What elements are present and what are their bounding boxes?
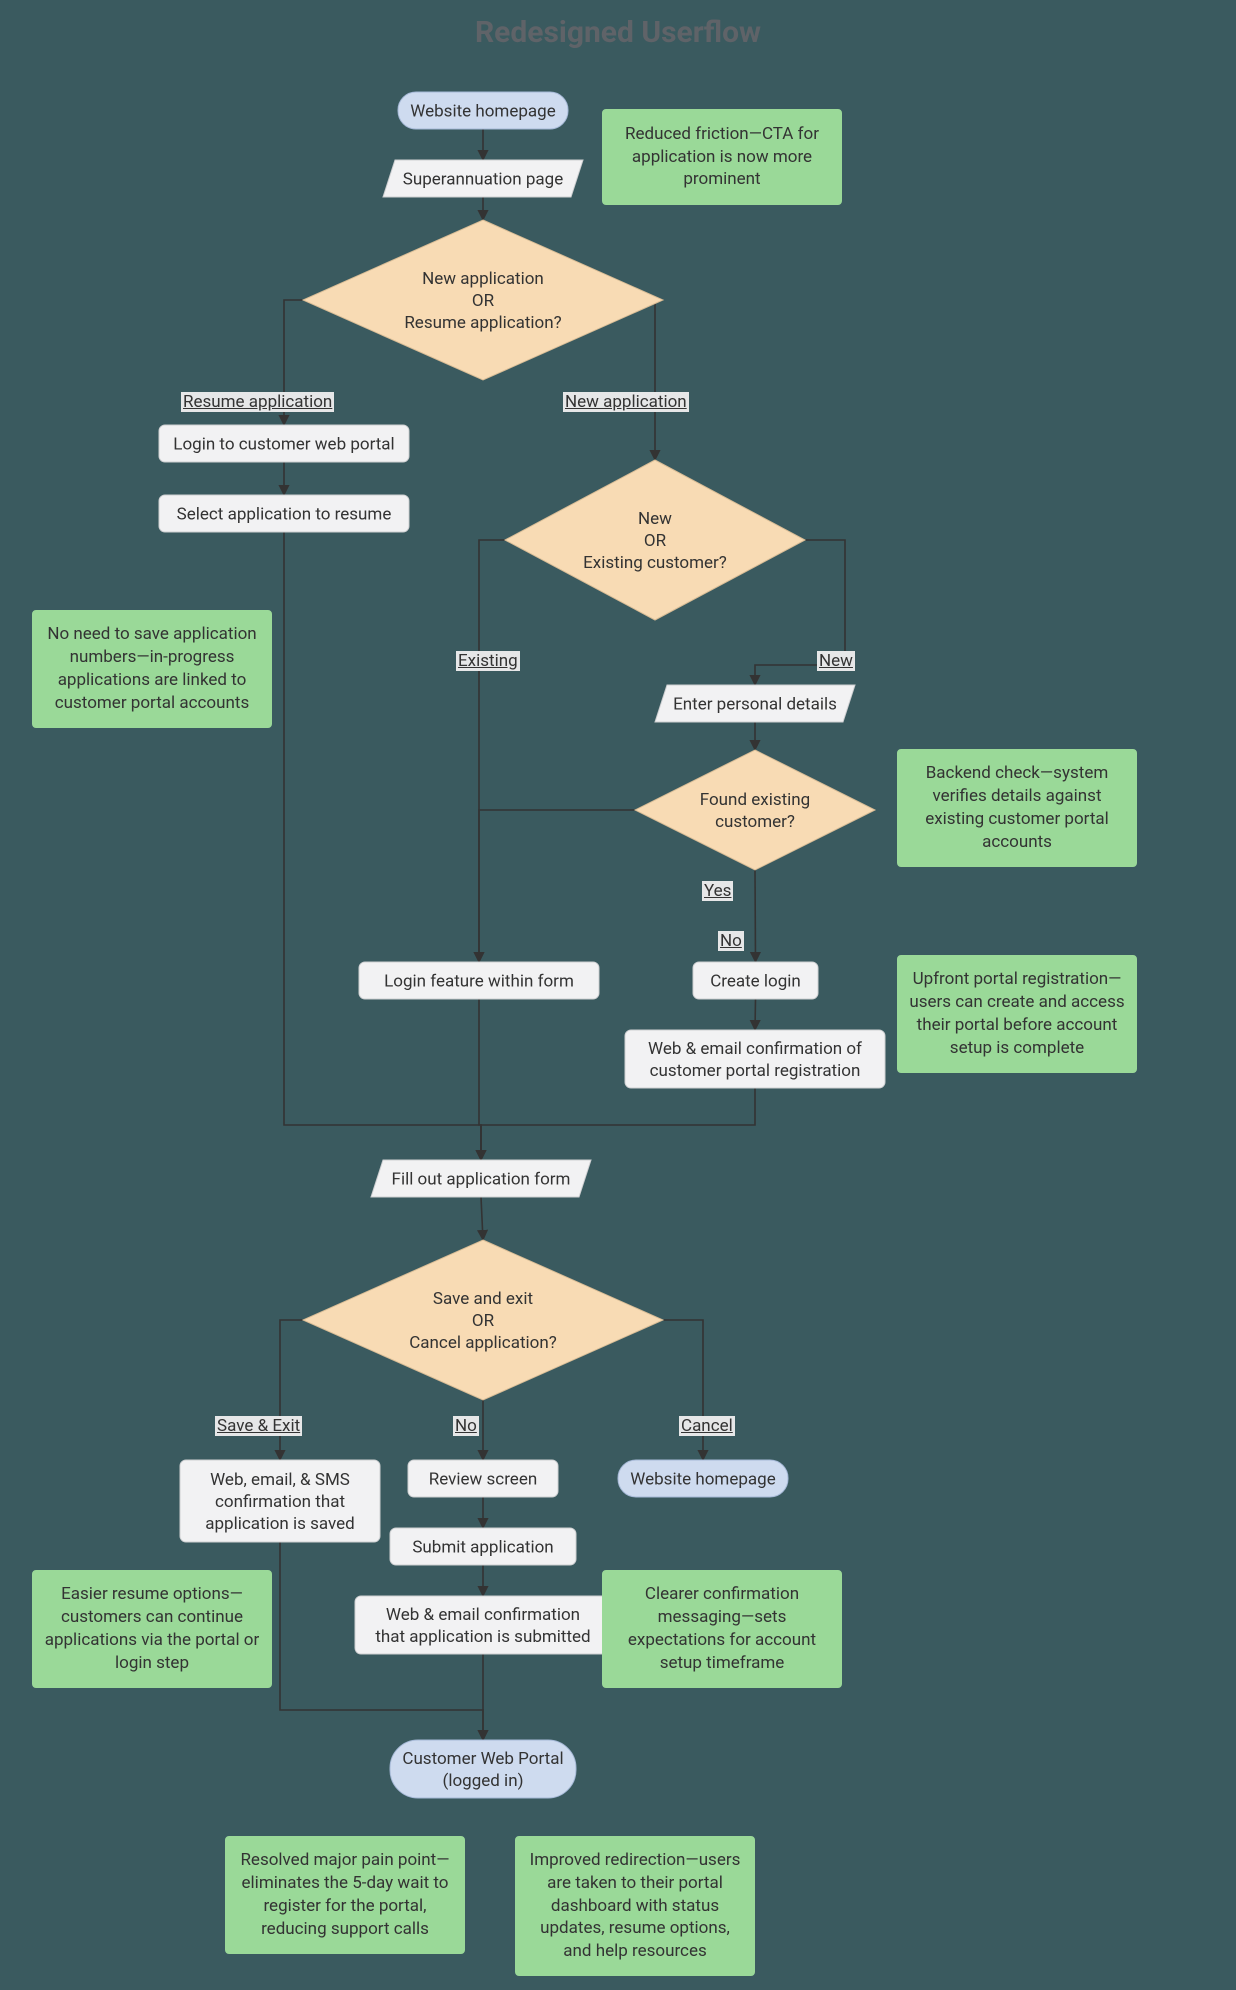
node-super-page: Superannuation page xyxy=(383,160,583,197)
svg-text:Enter personal details: Enter personal details xyxy=(673,695,837,715)
note-no-need-save: No need to save application numbers—in-p… xyxy=(32,610,272,728)
edge-label-no-found: No xyxy=(718,931,744,951)
node-portal-logged: Customer Web Portal(logged in) xyxy=(390,1740,576,1798)
note-easier-resume: Easier resume options—customers can cont… xyxy=(32,1570,272,1688)
edge-label-yes: Yes xyxy=(702,881,733,901)
edge-label-new-app: New application xyxy=(563,392,689,412)
node-save-conf: Web, email, & SMSconfirmation thatapplic… xyxy=(180,1460,380,1542)
edge-label-cancel: Cancel xyxy=(679,1416,735,1436)
svg-text:Review screen: Review screen xyxy=(429,1470,537,1490)
node-submit-conf: Web & email confirmationthat application… xyxy=(355,1596,611,1654)
svg-text:Login to customer web portal: Login to customer web portal xyxy=(173,435,394,455)
note-improved-redirect: Improved redirection—users are taken to … xyxy=(515,1836,755,1976)
edge-label-new: New xyxy=(817,651,855,671)
note-upfront-portal: Upfront portal registration—users can cr… xyxy=(897,955,1137,1073)
node-email-conf-reg: Web & email confirmation ofcustomer port… xyxy=(625,1030,885,1088)
svg-text:Website homepage: Website homepage xyxy=(410,102,555,122)
node-select-resume: Select application to resume xyxy=(159,495,409,532)
node-fill-form: Fill out application form xyxy=(371,1160,591,1197)
svg-text:Web, email, & SMSconfirmation: Web, email, & SMSconfirmation thatapplic… xyxy=(205,1470,355,1534)
edge-label-existing: Existing xyxy=(456,651,520,671)
svg-text:Submit application: Submit application xyxy=(412,1538,553,1558)
node-homepage2: Website homepage xyxy=(618,1460,788,1497)
svg-text:Select application to resume: Select application to resume xyxy=(177,505,392,525)
note-clearer-conf: Clearer confirmation messaging—sets expe… xyxy=(602,1570,842,1688)
edge-label-save-exit: Save & Exit xyxy=(215,1416,302,1436)
node-submit: Submit application xyxy=(390,1528,576,1565)
node-decision-saveexit: Save and exitORCancel application? xyxy=(303,1240,663,1400)
node-decision-new-resume: New applicationORResume application? xyxy=(303,220,663,380)
node-homepage: Website homepage xyxy=(398,92,568,129)
svg-text:Create login: Create login xyxy=(710,972,801,992)
svg-text:Website homepage: Website homepage xyxy=(630,1470,775,1490)
node-create-login: Create login xyxy=(693,962,818,999)
node-login-in-form: Login feature within form xyxy=(359,962,599,999)
edge-label-no-saveexit: No xyxy=(453,1416,479,1436)
node-decision-new-existing: NewORExisting customer? xyxy=(505,460,805,620)
svg-text:Login feature within form: Login feature within form xyxy=(384,972,574,992)
svg-text:Fill out application form: Fill out application form xyxy=(392,1170,571,1190)
edge-label-resume-app: Resume application xyxy=(181,392,334,412)
node-login-portal: Login to customer web portal xyxy=(159,425,409,462)
note-backend-check: Backend check—system verifies details ag… xyxy=(897,749,1137,867)
node-decision-found: Found existingcustomer? xyxy=(635,750,875,870)
diagram-stage: Redesigned Userflow Website homepageSupe… xyxy=(0,0,1236,1990)
note-reduced-friction: Reduced friction—CTA for application is … xyxy=(602,109,842,205)
node-enter-details: Enter personal details xyxy=(655,685,855,722)
note-resolved-pain: Resolved major pain point—eliminates the… xyxy=(225,1836,465,1954)
node-review: Review screen xyxy=(408,1460,558,1497)
svg-text:Superannuation page: Superannuation page xyxy=(403,170,563,190)
